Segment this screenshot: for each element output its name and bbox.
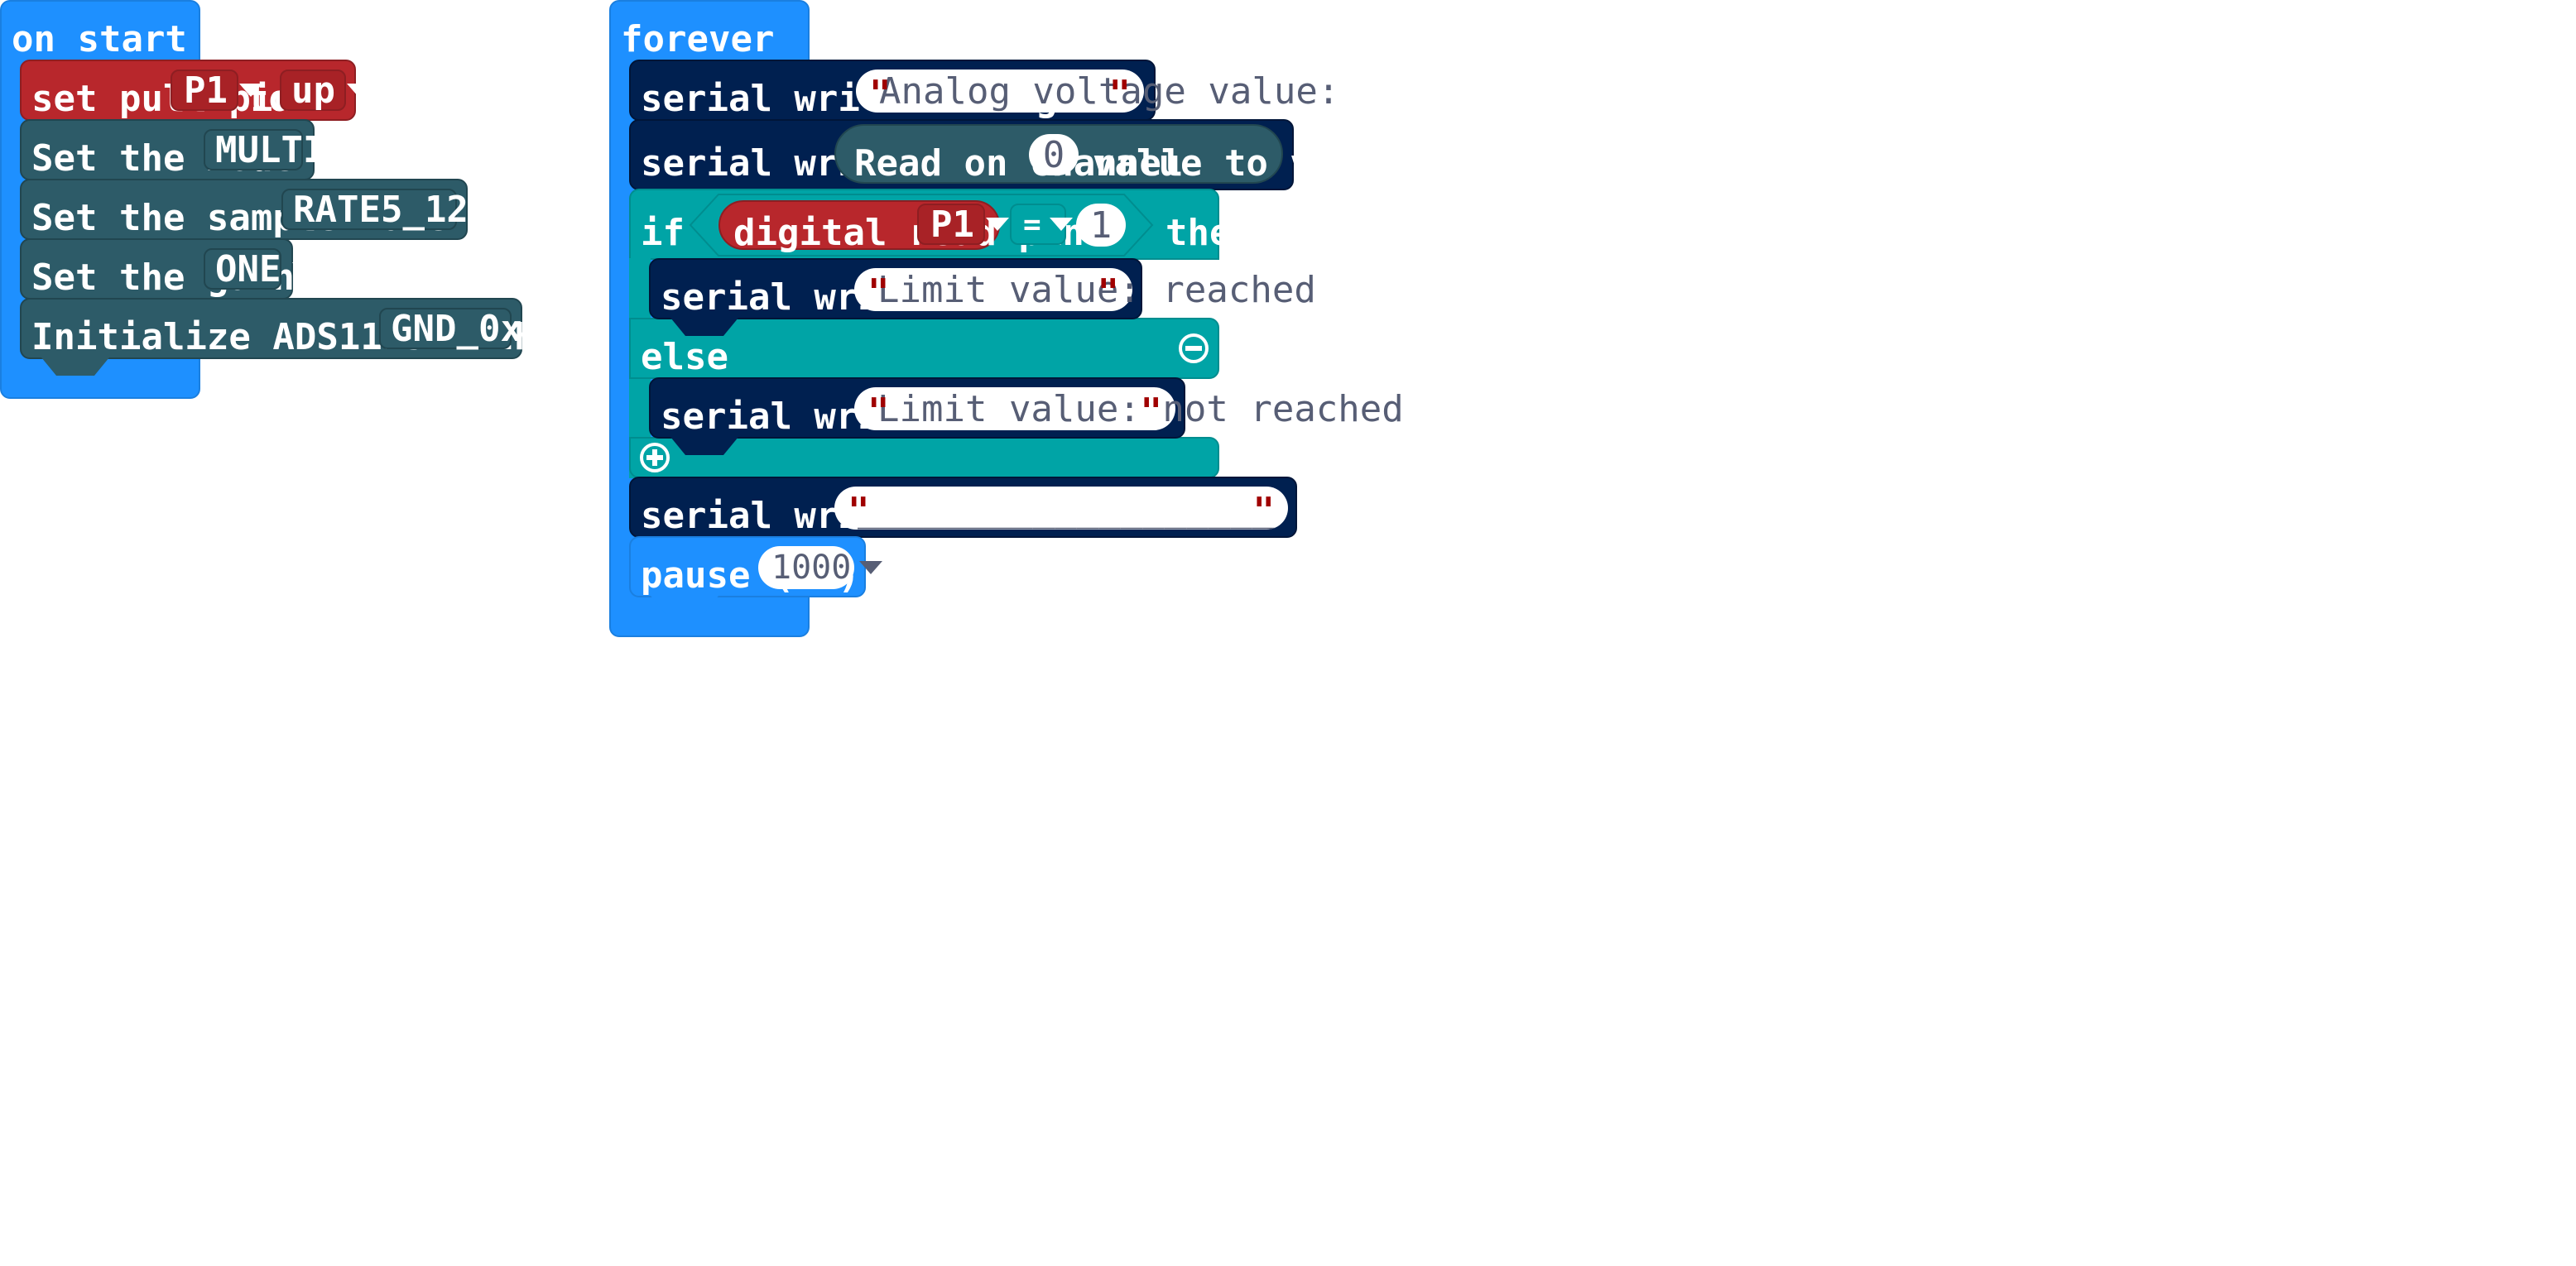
- compare-value-input[interactable]: 1: [1076, 204, 1126, 247]
- read-pin-dropdown[interactable]: P1: [917, 203, 1009, 246]
- operator-dropdown[interactable]: =: [1010, 204, 1073, 245]
- chevron-down-icon: [292, 262, 316, 276]
- channel-value: 0: [1042, 133, 1065, 176]
- pull-pin-dropdown[interactable]: P1: [171, 69, 262, 112]
- gain-value: ONE: [215, 247, 281, 290]
- quote-open-icon: ": [869, 73, 892, 115]
- pull-pin-value: P1: [184, 69, 228, 112]
- on-start-label: on start: [12, 18, 187, 60]
- quote-close-icon: ": [1097, 271, 1120, 314]
- operator-value: =: [1023, 207, 1041, 242]
- chevron-down-icon: [336, 143, 360, 156]
- read-pin-value: P1: [930, 203, 974, 246]
- chevron-down-icon: [346, 84, 370, 97]
- separator-string-input[interactable]: " ___________________________________ ": [834, 487, 1288, 530]
- plus-circle-icon[interactable]: [639, 442, 670, 473]
- then-label: then: [1165, 212, 1253, 254]
- sample-rate-value: RATE5_128SPS: [293, 188, 556, 231]
- compare-value: 1: [1089, 204, 1113, 247]
- forever-label: forever: [621, 18, 775, 60]
- mode-value: MULTI: [215, 128, 325, 171]
- limit-not-reached-string-value: Limit value: not reached: [877, 387, 1404, 430]
- minus-circle-icon[interactable]: [1178, 333, 1209, 364]
- address-value: GND_0x48: [391, 307, 566, 350]
- if-label: if: [641, 212, 685, 254]
- limit-reached-string-input[interactable]: " Limit value: reached ": [854, 268, 1316, 314]
- address-dropdown[interactable]: GND_0x48: [379, 308, 601, 350]
- quote-close-icon: ": [1140, 391, 1163, 433]
- quote-close-icon: ": [1252, 490, 1276, 530]
- chevron-down-icon: [1049, 218, 1073, 231]
- value-to-voltage-label: value to voltage: [1093, 142, 1444, 185]
- channel-input[interactable]: 0: [1029, 133, 1079, 176]
- gain-dropdown[interactable]: ONE: [204, 247, 316, 290]
- quote-open-icon: ": [848, 490, 870, 530]
- chevron-down-icon: [859, 561, 883, 574]
- mode-dropdown[interactable]: MULTI: [204, 129, 360, 171]
- analog-voltage-string-input[interactable]: " Analog voltage value: ": [856, 70, 1339, 115]
- pull-mode-dropdown[interactable]: up: [280, 69, 370, 112]
- analog-voltage-string-value: Analog voltage value:: [879, 70, 1340, 113]
- pause-duration-input[interactable]: 1000: [758, 546, 883, 589]
- quote-open-icon: ": [867, 391, 890, 433]
- quote-close-icon: ": [1108, 73, 1132, 115]
- else-label: else: [641, 336, 728, 378]
- limit-not-reached-string-input[interactable]: " Limit value: not reached ": [854, 387, 1404, 433]
- quote-open-icon: ": [867, 271, 890, 314]
- separator-string-value: ___________________________________: [858, 487, 1288, 530]
- chevron-down-icon: [985, 218, 1009, 231]
- pull-mode-value: up: [291, 69, 335, 112]
- sample-rate-dropdown[interactable]: RATE5_128SPS: [281, 189, 591, 231]
- pause-duration-value: 1000: [771, 549, 852, 587]
- limit-reached-string-value: Limit value: reached: [877, 268, 1316, 311]
- chevron-down-icon: [567, 203, 591, 216]
- chevron-down-icon: [577, 322, 601, 335]
